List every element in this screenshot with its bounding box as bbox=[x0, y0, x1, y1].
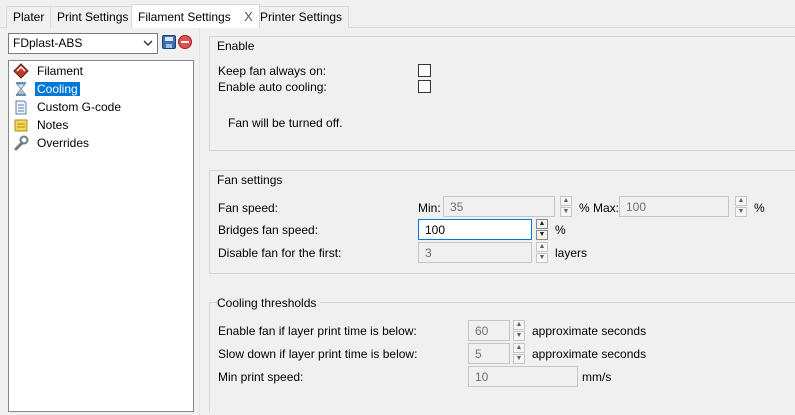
enable-group-left-border bbox=[209, 36, 210, 150]
fan-speed-min-input[interactable]: 35 bbox=[443, 196, 555, 217]
spin-down-icon[interactable]: ▼ bbox=[536, 230, 548, 240]
tab-printer-settings[interactable]: Printer Settings bbox=[253, 6, 350, 28]
preset-select-value: FDplast-ABS bbox=[13, 36, 83, 50]
auto-cooling-label: Enable auto cooling: bbox=[218, 80, 327, 94]
wrench-icon bbox=[13, 135, 29, 151]
fan-speed-min-unit: % Max: bbox=[579, 201, 620, 215]
hourglass-icon bbox=[13, 81, 29, 97]
note-icon bbox=[13, 117, 29, 133]
tree-item-overrides-label: Overrides bbox=[37, 136, 90, 150]
tree-item-filament-label: Filament bbox=[37, 64, 84, 78]
spin-up-icon[interactable]: ▲ bbox=[536, 242, 548, 252]
thresholds-group-left-border bbox=[209, 302, 210, 412]
auto-cooling-checkbox[interactable] bbox=[418, 80, 431, 93]
spin-down-icon[interactable]: ▼ bbox=[513, 331, 525, 341]
settings-tree: Filament Cooling Custom G-code Notes Ove… bbox=[8, 60, 194, 412]
tab-printer-settings-label: Printer Settings bbox=[260, 10, 343, 24]
tree-item-custom-gcode-label: Custom G-code bbox=[37, 100, 122, 114]
save-preset-icon[interactable] bbox=[162, 35, 176, 49]
fan-speed-min-spinner[interactable]: ▲ ▼ bbox=[560, 196, 572, 217]
fan-speed-label: Fan speed: bbox=[218, 201, 279, 215]
spin-up-icon[interactable]: ▲ bbox=[513, 320, 525, 330]
tree-item-cooling-label: Cooling bbox=[35, 82, 80, 96]
min-print-speed-unit: mm/s bbox=[582, 370, 612, 384]
fan-speed-min-label: Min: bbox=[418, 201, 441, 215]
fan-group-left-border bbox=[209, 170, 210, 273]
slow-down-threshold-label: Slow down if layer print time is below: bbox=[218, 347, 418, 361]
slow-down-threshold-unit: approximate seconds bbox=[532, 347, 647, 361]
spin-down-icon[interactable]: ▼ bbox=[735, 207, 747, 217]
tab-bar: Plater Print Settings Filament Settings … bbox=[0, 0, 795, 28]
disable-fan-unit: layers bbox=[555, 246, 588, 260]
spin-up-icon[interactable]: ▲ bbox=[513, 343, 525, 353]
spin-down-icon[interactable]: ▼ bbox=[513, 354, 525, 364]
tab-plater-label: Plater bbox=[13, 10, 45, 24]
disable-fan-input[interactable]: 3 bbox=[418, 242, 532, 263]
enable-fan-threshold-spinner[interactable]: ▲ ▼ bbox=[513, 320, 525, 341]
spin-up-icon[interactable]: ▲ bbox=[735, 196, 747, 206]
filament-spool-icon bbox=[13, 63, 29, 79]
bridges-fan-speed-label: Bridges fan speed: bbox=[218, 223, 319, 237]
min-print-speed-input[interactable]: 10 bbox=[468, 366, 578, 387]
slow-down-threshold-spinner[interactable]: ▲ ▼ bbox=[513, 343, 525, 364]
min-print-speed-label: Min print speed: bbox=[218, 370, 304, 384]
slow-down-threshold-input[interactable]: 5 bbox=[468, 343, 510, 364]
tab-filament-settings-label: Filament Settings bbox=[138, 10, 231, 24]
panel-divider bbox=[199, 28, 200, 415]
keep-fan-checkbox[interactable] bbox=[418, 64, 431, 77]
close-tab-icon[interactable]: X bbox=[244, 9, 253, 24]
tab-print-settings[interactable]: Print Settings bbox=[50, 6, 136, 28]
cooling-info-text: Fan will be turned off. bbox=[228, 116, 343, 130]
thresholds-group-title: Cooling thresholds bbox=[217, 296, 321, 310]
disable-fan-spinner[interactable]: ▲ ▼ bbox=[536, 242, 548, 263]
spin-down-icon[interactable]: ▼ bbox=[536, 253, 548, 263]
fan-speed-max-unit: % bbox=[754, 201, 765, 215]
document-icon bbox=[13, 99, 29, 115]
enable-group-title: Enable bbox=[217, 39, 259, 53]
enable-fan-threshold-label: Enable fan if layer print time is below: bbox=[218, 324, 417, 338]
enable-group-top-border bbox=[209, 36, 795, 37]
enable-group-bottom-border bbox=[209, 150, 795, 151]
tab-print-settings-label: Print Settings bbox=[57, 10, 129, 24]
tab-plater[interactable]: Plater bbox=[6, 6, 52, 28]
fan-speed-max-spinner[interactable]: ▲ ▼ bbox=[735, 196, 747, 217]
preset-select[interactable]: FDplast-ABS bbox=[8, 33, 158, 54]
tab-filament-settings[interactable]: Filament Settings X bbox=[131, 4, 260, 28]
bridges-fan-speed-input[interactable]: 100 bbox=[418, 219, 532, 240]
bridges-fan-speed-spinner[interactable]: ▲ ▼ bbox=[536, 219, 548, 240]
fan-group-bottom-border bbox=[209, 273, 795, 274]
fan-group-top-border bbox=[209, 170, 795, 171]
spin-up-icon[interactable]: ▲ bbox=[560, 196, 572, 206]
enable-fan-threshold-unit: approximate seconds bbox=[532, 324, 647, 338]
enable-fan-threshold-input[interactable]: 60 bbox=[468, 320, 510, 341]
disable-fan-label: Disable fan for the first: bbox=[218, 246, 342, 260]
spin-up-icon[interactable]: ▲ bbox=[536, 219, 548, 229]
fan-group-title: Fan settings bbox=[217, 173, 287, 187]
delete-preset-icon[interactable] bbox=[178, 35, 192, 49]
keep-fan-label: Keep fan always on: bbox=[218, 64, 327, 78]
tree-item-notes-label: Notes bbox=[37, 118, 69, 132]
fan-speed-max-input[interactable]: 100 bbox=[619, 196, 729, 217]
bridges-fan-speed-unit: % bbox=[555, 223, 566, 237]
chevron-down-icon[interactable] bbox=[143, 35, 153, 54]
spin-down-icon[interactable]: ▼ bbox=[560, 207, 572, 217]
